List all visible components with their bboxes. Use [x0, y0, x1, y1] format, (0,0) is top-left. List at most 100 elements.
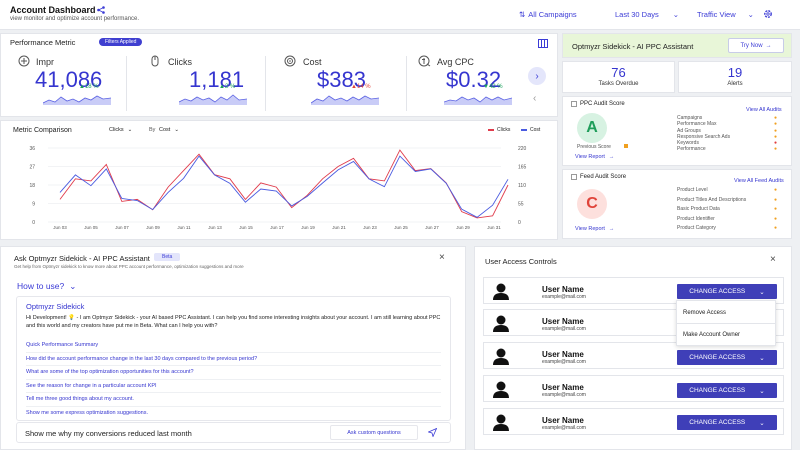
- menu-item-remove-access[interactable]: Remove Access: [677, 301, 775, 324]
- panel-title: User Access Controls: [485, 257, 557, 266]
- panel-title: Ask Optmyzr Sidekick - AI PPC Assistant: [14, 254, 150, 263]
- change-access-button[interactable]: CHANGE ACCESS ⌄: [677, 415, 777, 430]
- how-to-use-toggle[interactable]: How to use? ⌄: [17, 281, 76, 292]
- metric-label: Cost: [303, 57, 322, 67]
- x-tick-label: Jun 27: [425, 225, 439, 230]
- change-access-button[interactable]: CHANGE ACCESS ⌄: [677, 284, 777, 299]
- close-icon[interactable]: ×: [770, 254, 776, 265]
- panel-subtitle: Get help from Optmyzr sidekick to know m…: [14, 264, 244, 269]
- user-email: example@mail.com: [542, 359, 586, 365]
- metric-label: Avg CPC: [437, 57, 474, 67]
- metric-value: 1,181: [189, 67, 245, 92]
- view-all-feed-audits-link[interactable]: View All Feed Audits: [734, 178, 784, 184]
- performance-metric-panel: Performance Metric Filters Applied Impr …: [0, 33, 558, 117]
- arrow-right-icon: →: [765, 42, 772, 49]
- divider: [265, 56, 266, 111]
- status-dot: ●: [773, 206, 777, 212]
- chevron-down-icon: ⌄: [69, 281, 77, 291]
- user-email: example@mail.com: [542, 392, 586, 398]
- metric-delta: ▲14 %: [351, 84, 371, 90]
- status-dot: ●: [773, 187, 777, 193]
- change-access-button[interactable]: CHANGE ACCESS ⌄: [677, 383, 777, 398]
- share-icon[interactable]: [97, 6, 105, 14]
- x-tick-label: Jun 25: [394, 225, 408, 230]
- panel-title: Performance Metric: [10, 38, 76, 47]
- try-now-button[interactable]: Try Now →: [728, 38, 784, 53]
- filter-icon: ⇅: [519, 10, 526, 19]
- ask-custom-questions-button[interactable]: Ask custom questions: [330, 425, 418, 440]
- x-tick-label: Jun 13: [208, 225, 222, 230]
- alerts-value: 19: [727, 65, 743, 80]
- suggestion-list: Quick Performance Summary How did the ac…: [26, 339, 441, 420]
- suggestion-item[interactable]: What are some of the top optimization op…: [26, 366, 441, 380]
- page-title: Account Dashboard: [10, 5, 96, 15]
- user-avatar-icon: [493, 348, 509, 365]
- x-tick-label: Jun 29: [456, 225, 470, 230]
- list-item: Performance ●: [677, 146, 777, 153]
- sparkline: [179, 94, 247, 105]
- x-tick-label: Jun 05: [84, 225, 98, 230]
- page-subtitle: view monitor and optimize account perfor…: [10, 16, 140, 22]
- suggestion-item[interactable]: Quick Performance Summary: [26, 339, 441, 353]
- y-left-tick-label: 27: [29, 165, 35, 171]
- banner-title: Optmyzr Sidekick - AI PPC Assistant: [572, 42, 694, 51]
- columns-icon[interactable]: [538, 39, 548, 48]
- feed-icon: [571, 174, 577, 180]
- view-all-audits-link[interactable]: View All Audits: [746, 107, 782, 113]
- list-item: Basic Product Data ●: [677, 206, 777, 216]
- arrow-right-icon: →: [608, 154, 615, 160]
- x-tick-label: Jun 23: [363, 225, 377, 230]
- status-dot: ●: [773, 196, 777, 203]
- alerts-card[interactable]: 19 Alerts: [678, 61, 792, 93]
- menu-item-make-owner[interactable]: Make Account Owner: [677, 324, 775, 346]
- x-tick-label: Jun 17: [270, 225, 284, 230]
- change-access-button[interactable]: CHANGE ACCESS ⌄: [677, 350, 777, 365]
- sidekick-chat-panel: Ask Optmyzr Sidekick - AI PPC Assistant …: [0, 246, 466, 450]
- tasks-value: 76: [611, 65, 626, 80]
- series-line-clicks: [59, 149, 509, 219]
- tasks-overdue-card[interactable]: 76 Tasks Overdue: [562, 61, 675, 93]
- date-range-select[interactable]: Last 30 Days ⌄: [615, 10, 679, 19]
- prev-arrow-button[interactable]: ‹: [533, 93, 536, 104]
- metric-card-cost[interactable]: Cost $383 ▲14 %: [271, 52, 406, 114]
- user-email: example@mail.com: [542, 425, 586, 431]
- close-icon[interactable]: ×: [439, 252, 445, 263]
- next-arrow-button[interactable]: ›: [528, 67, 546, 85]
- suggestion-item[interactable]: Show me some express optimization sugges…: [26, 407, 441, 421]
- list-item: Product Level ●: [677, 187, 777, 197]
- chat-input[interactable]: Show me why my conversions reduced last …: [25, 429, 192, 438]
- view-report-link[interactable]: View Report →: [575, 154, 614, 160]
- y-right-tick-label: 220: [518, 146, 527, 152]
- metric-delta: ▲2 %: [219, 84, 236, 90]
- send-icon[interactable]: [428, 428, 437, 437]
- suggestion-item[interactable]: How did the account performance change i…: [26, 353, 441, 366]
- metric-comparison-panel: Metric Comparison Clicks ⌄ By Cost ⌄ Click…: [0, 120, 558, 240]
- y-left-tick-label: 18: [29, 183, 35, 189]
- metric-card-avg-cpc[interactable]: Avg CPC $0.32 ▼42 %: [406, 52, 526, 114]
- y-right-tick-label: 165: [518, 165, 527, 171]
- x-tick-label: Jun 19: [301, 225, 315, 230]
- user-avatar-icon: [493, 381, 509, 398]
- audit-grade: A: [577, 113, 607, 143]
- suggestion-item[interactable]: See the reason for change in a particula…: [26, 380, 441, 393]
- tasks-label: Tasks Overdue: [598, 81, 639, 87]
- user-name: User Name: [542, 317, 584, 326]
- view-report-link[interactable]: View Report →: [575, 226, 614, 232]
- assistant-message: Hi Development! 💡 - I am Optmyzr Sidekic…: [26, 315, 441, 329]
- x-tick-label: Jun 09: [146, 225, 160, 230]
- metric-card-clicks[interactable]: Clicks 1,181 ▲2 %: [136, 52, 271, 114]
- user-email: example@mail.com: [542, 294, 586, 300]
- user-avatar-icon: [493, 315, 509, 332]
- suggestion-item[interactable]: Tell me three good things about my accou…: [26, 393, 441, 407]
- gear-icon[interactable]: [763, 9, 773, 19]
- top-header: Account Dashboard view monitor and optim…: [0, 0, 800, 30]
- view-select[interactable]: Traffic View ⌄: [697, 10, 754, 19]
- metric-card-impr[interactable]: Impr 41,086 ▲18 %: [1, 52, 136, 114]
- user-access-panel: User Access Controls × User Name example…: [474, 246, 792, 450]
- y-right-tick-label: 55: [518, 202, 524, 208]
- filters-applied-badge[interactable]: Filters Applied: [99, 38, 143, 46]
- x-tick-label: Jun 31: [487, 225, 501, 230]
- series-line-cost: [59, 155, 509, 218]
- campaign-filter[interactable]: ⇅ All Campaigns: [519, 10, 577, 19]
- user-row: User Name example@mail.com CHANGE ACCESS…: [483, 375, 784, 402]
